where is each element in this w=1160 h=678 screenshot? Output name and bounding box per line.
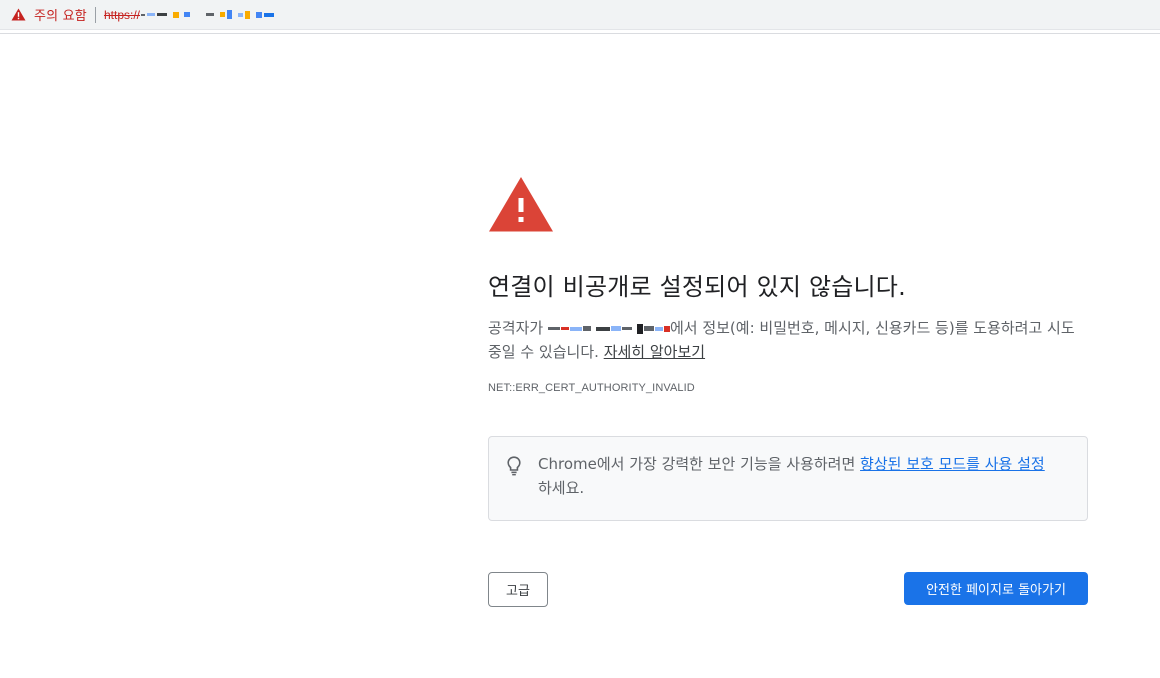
learn-more-link[interactable]: 자세히 알아보기 [604, 343, 705, 361]
warning-triangle-icon [488, 176, 554, 232]
enhanced-protection-promo: Chrome에서 가장 강력한 보안 기능을 사용하려면 향상된 보호 모드를 … [488, 436, 1088, 521]
omnibox-separator [94, 6, 96, 23]
address-bar[interactable]: 주의 요함 https:// [0, 0, 1160, 30]
error-code[interactable]: NET::ERR_CERT_AUTHORITY_INVALID [488, 382, 1088, 394]
enhanced-protection-link[interactable]: 향상된 보호 모드를 사용 설정 [860, 455, 1045, 473]
redacted-host [547, 323, 670, 335]
explanation-before: 공격자가 [488, 319, 548, 337]
advanced-button[interactable]: 고급 [488, 572, 548, 607]
interstitial-container: 연결이 비공개로 설정되어 있지 않습니다. 공격자가 에서 정보(예: 비밀번… [488, 176, 1088, 608]
back-to-safety-button[interactable]: 안전한 페이지로 돌아가기 [904, 572, 1088, 605]
omnibox-divider [0, 33, 1160, 34]
explanation-text: 공격자가 에서 정보(예: 비밀번호, 메시지, 신용카드 등)를 도용하려고 … [488, 316, 1088, 364]
button-row: 고급 안전한 페이지로 돌아가기 [488, 572, 1088, 608]
security-status-label[interactable]: 주의 요함 [34, 5, 87, 24]
promo-text-before: Chrome에서 가장 강력한 보안 기능을 사용하려면 [538, 455, 861, 473]
page-title: 연결이 비공개로 설정되어 있지 않습니다. [488, 273, 906, 301]
url-host-redacted[interactable] [141, 8, 275, 22]
url-scheme[interactable]: https:// [104, 8, 140, 22]
promo-text-after: 하세요. [538, 479, 585, 497]
warning-triangle-icon[interactable] [11, 8, 26, 21]
promo-text: Chrome에서 가장 강력한 보안 기능을 사용하려면 향상된 보호 모드를 … [538, 452, 1045, 520]
lightbulb-icon [507, 456, 521, 476]
